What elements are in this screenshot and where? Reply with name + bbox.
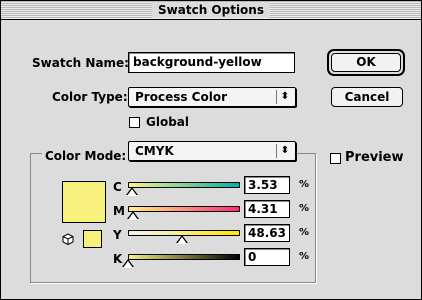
updown-arrow-icon: ⬍ xyxy=(276,90,293,104)
slider-thumb-fill-m xyxy=(128,212,138,220)
gamut-swatch[interactable] xyxy=(83,230,102,248)
preview-checkbox[interactable] xyxy=(330,153,341,164)
percent-label: % xyxy=(299,251,310,262)
color-type-label: Color Type: xyxy=(52,90,128,104)
color-mode-value: CMYK xyxy=(135,144,174,158)
ok-button[interactable]: OK xyxy=(331,53,401,72)
global-checkbox[interactable] xyxy=(129,117,140,128)
cube-icon xyxy=(62,233,74,245)
preview-label: Preview xyxy=(345,150,404,165)
slider-k[interactable] xyxy=(128,254,240,260)
value-field-c[interactable]: 3.53 xyxy=(244,176,290,194)
color-type-popup[interactable]: Process Color ⬍ xyxy=(128,87,296,107)
percent-label: % xyxy=(299,227,310,238)
channel-label-y: Y xyxy=(113,228,122,242)
slider-thumb-fill-y xyxy=(177,236,187,244)
title-bar[interactable]: Swatch Options xyxy=(1,1,421,20)
swatch-name-field[interactable]: background-yellow xyxy=(128,52,295,73)
color-preview-swatch xyxy=(62,181,106,223)
channel-label-c: C xyxy=(113,180,122,194)
percent-label: % xyxy=(299,203,310,214)
channel-label-m: M xyxy=(113,204,125,218)
window-title: Swatch Options xyxy=(152,2,270,18)
ok-button-ring[interactable]: OK xyxy=(327,49,405,76)
value-field-k[interactable]: 0 xyxy=(244,248,290,266)
global-label: Global xyxy=(146,115,190,129)
slider-thumb-fill-c xyxy=(127,188,137,196)
slider-m[interactable] xyxy=(128,206,240,212)
slider-c[interactable] xyxy=(128,182,240,188)
slider-thumb-fill-k xyxy=(123,260,133,268)
color-mode-popup[interactable]: CMYK ⬍ xyxy=(128,141,296,161)
color-type-value: Process Color xyxy=(135,90,227,104)
swatch-options-dialog: Swatch Options Swatch Name: background-y… xyxy=(0,0,422,300)
updown-arrow-icon: ⬍ xyxy=(276,144,293,158)
color-mode-label: Color Mode: xyxy=(42,149,130,163)
value-field-m[interactable]: 4.31 xyxy=(244,200,290,218)
value-field-y[interactable]: 48.63 xyxy=(244,224,290,242)
percent-label: % xyxy=(299,179,310,190)
channel-label-k: K xyxy=(113,252,123,266)
swatch-name-label: Swatch Name: xyxy=(32,56,129,70)
cancel-button[interactable]: Cancel xyxy=(331,87,403,107)
